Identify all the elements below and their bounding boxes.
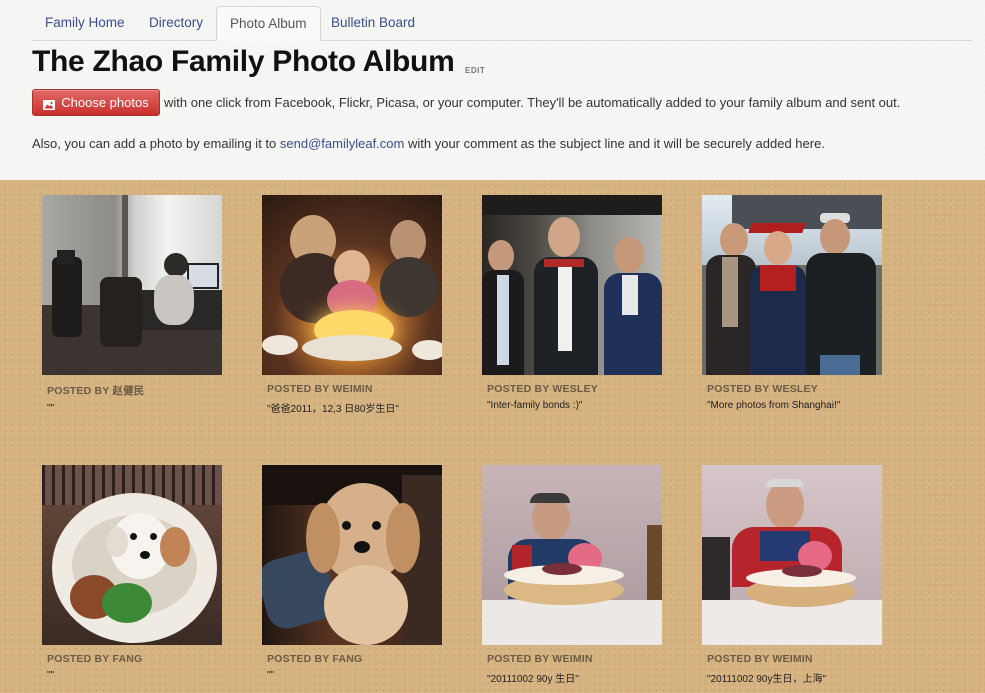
tab-directory[interactable]: Directory: [136, 6, 216, 39]
photo-thumbnail[interactable]: [482, 465, 662, 645]
page-title: The Zhao Family Photo Album: [32, 45, 455, 78]
photo-grid: POSTED BY 赵健民 "" POSTED BY WEIMIN "爸爸201…: [0, 180, 985, 693]
posted-by: POSTED BY 赵健民: [47, 385, 145, 397]
posted-by: POSTED BY WEIMIN: [707, 653, 813, 665]
posted-by: POSTED BY WEIMIN: [267, 383, 373, 395]
choose-photos-label: Choose photos: [61, 95, 149, 110]
photo-card: POSTED BY WEIMIN "爸爸2011，12,3 日80岁生日": [262, 195, 442, 415]
photo-thumbnail[interactable]: [42, 195, 222, 375]
picture-icon: [43, 98, 56, 110]
photo-thumbnail[interactable]: [42, 465, 222, 645]
header-area: Family Home Directory Photo Album Bullet…: [0, 0, 985, 180]
photo-thumbnail[interactable]: [702, 465, 882, 645]
photo-card: POSTED BY WESLEY "Inter-family bonds :)": [482, 195, 662, 411]
photo-caption: "Inter-family bonds :)": [487, 400, 583, 411]
photo-caption: "": [47, 403, 55, 414]
tab-bar: Family Home Directory Photo Album Bullet…: [32, 6, 972, 41]
posted-by: POSTED BY WESLEY: [707, 383, 818, 395]
photo-caption: "20111002 90y 生日": [487, 674, 579, 685]
photo-caption: "": [267, 670, 275, 681]
photo-caption: "20111002 90y生日，上海": [707, 674, 827, 685]
photo-caption: "": [47, 670, 55, 681]
choose-photos-button[interactable]: Choose photos: [32, 89, 160, 116]
posted-by: POSTED BY FANG: [267, 653, 363, 665]
photo-thumbnail[interactable]: [262, 465, 442, 645]
photo-thumbnail[interactable]: [262, 195, 442, 375]
photo-card: POSTED BY WEIMIN "20111002 90y 生日": [482, 465, 662, 685]
tab-family-home[interactable]: Family Home: [32, 6, 138, 39]
photo-thumbnail[interactable]: [482, 195, 662, 375]
posted-by: POSTED BY WEIMIN: [487, 653, 593, 665]
email-instructions-suffix: with your comment as the subject line an…: [407, 136, 825, 151]
photo-caption: "爸爸2011，12,3 日80岁生日": [267, 404, 399, 415]
email-instructions: Also, you can add a photo by emailing it…: [32, 136, 825, 151]
posted-by: POSTED BY FANG: [47, 653, 143, 665]
photo-card: POSTED BY FANG "": [42, 465, 222, 681]
email-instructions-prefix: Also, you can add a photo by emailing it…: [32, 136, 277, 151]
tab-photo-album[interactable]: Photo Album: [216, 6, 321, 41]
email-link[interactable]: send@familyleaf.com: [280, 136, 404, 151]
edit-link[interactable]: EDIT: [465, 66, 485, 75]
posted-by: POSTED BY WESLEY: [487, 383, 598, 395]
photo-card: POSTED BY WEIMIN "20111002 90y生日，上海": [702, 465, 882, 685]
tab-bulletin-board[interactable]: Bulletin Board: [318, 6, 428, 39]
photo-thumbnail[interactable]: [702, 195, 882, 375]
photo-card: POSTED BY 赵健民 "": [42, 195, 222, 414]
photo-card: POSTED BY FANG "": [262, 465, 442, 681]
upload-instructions: with one click from Facebook, Flickr, Pi…: [164, 95, 901, 110]
photo-caption: "More photos from Shanghai!": [707, 400, 841, 411]
photo-card: POSTED BY WESLEY "More photos from Shang…: [702, 195, 882, 411]
